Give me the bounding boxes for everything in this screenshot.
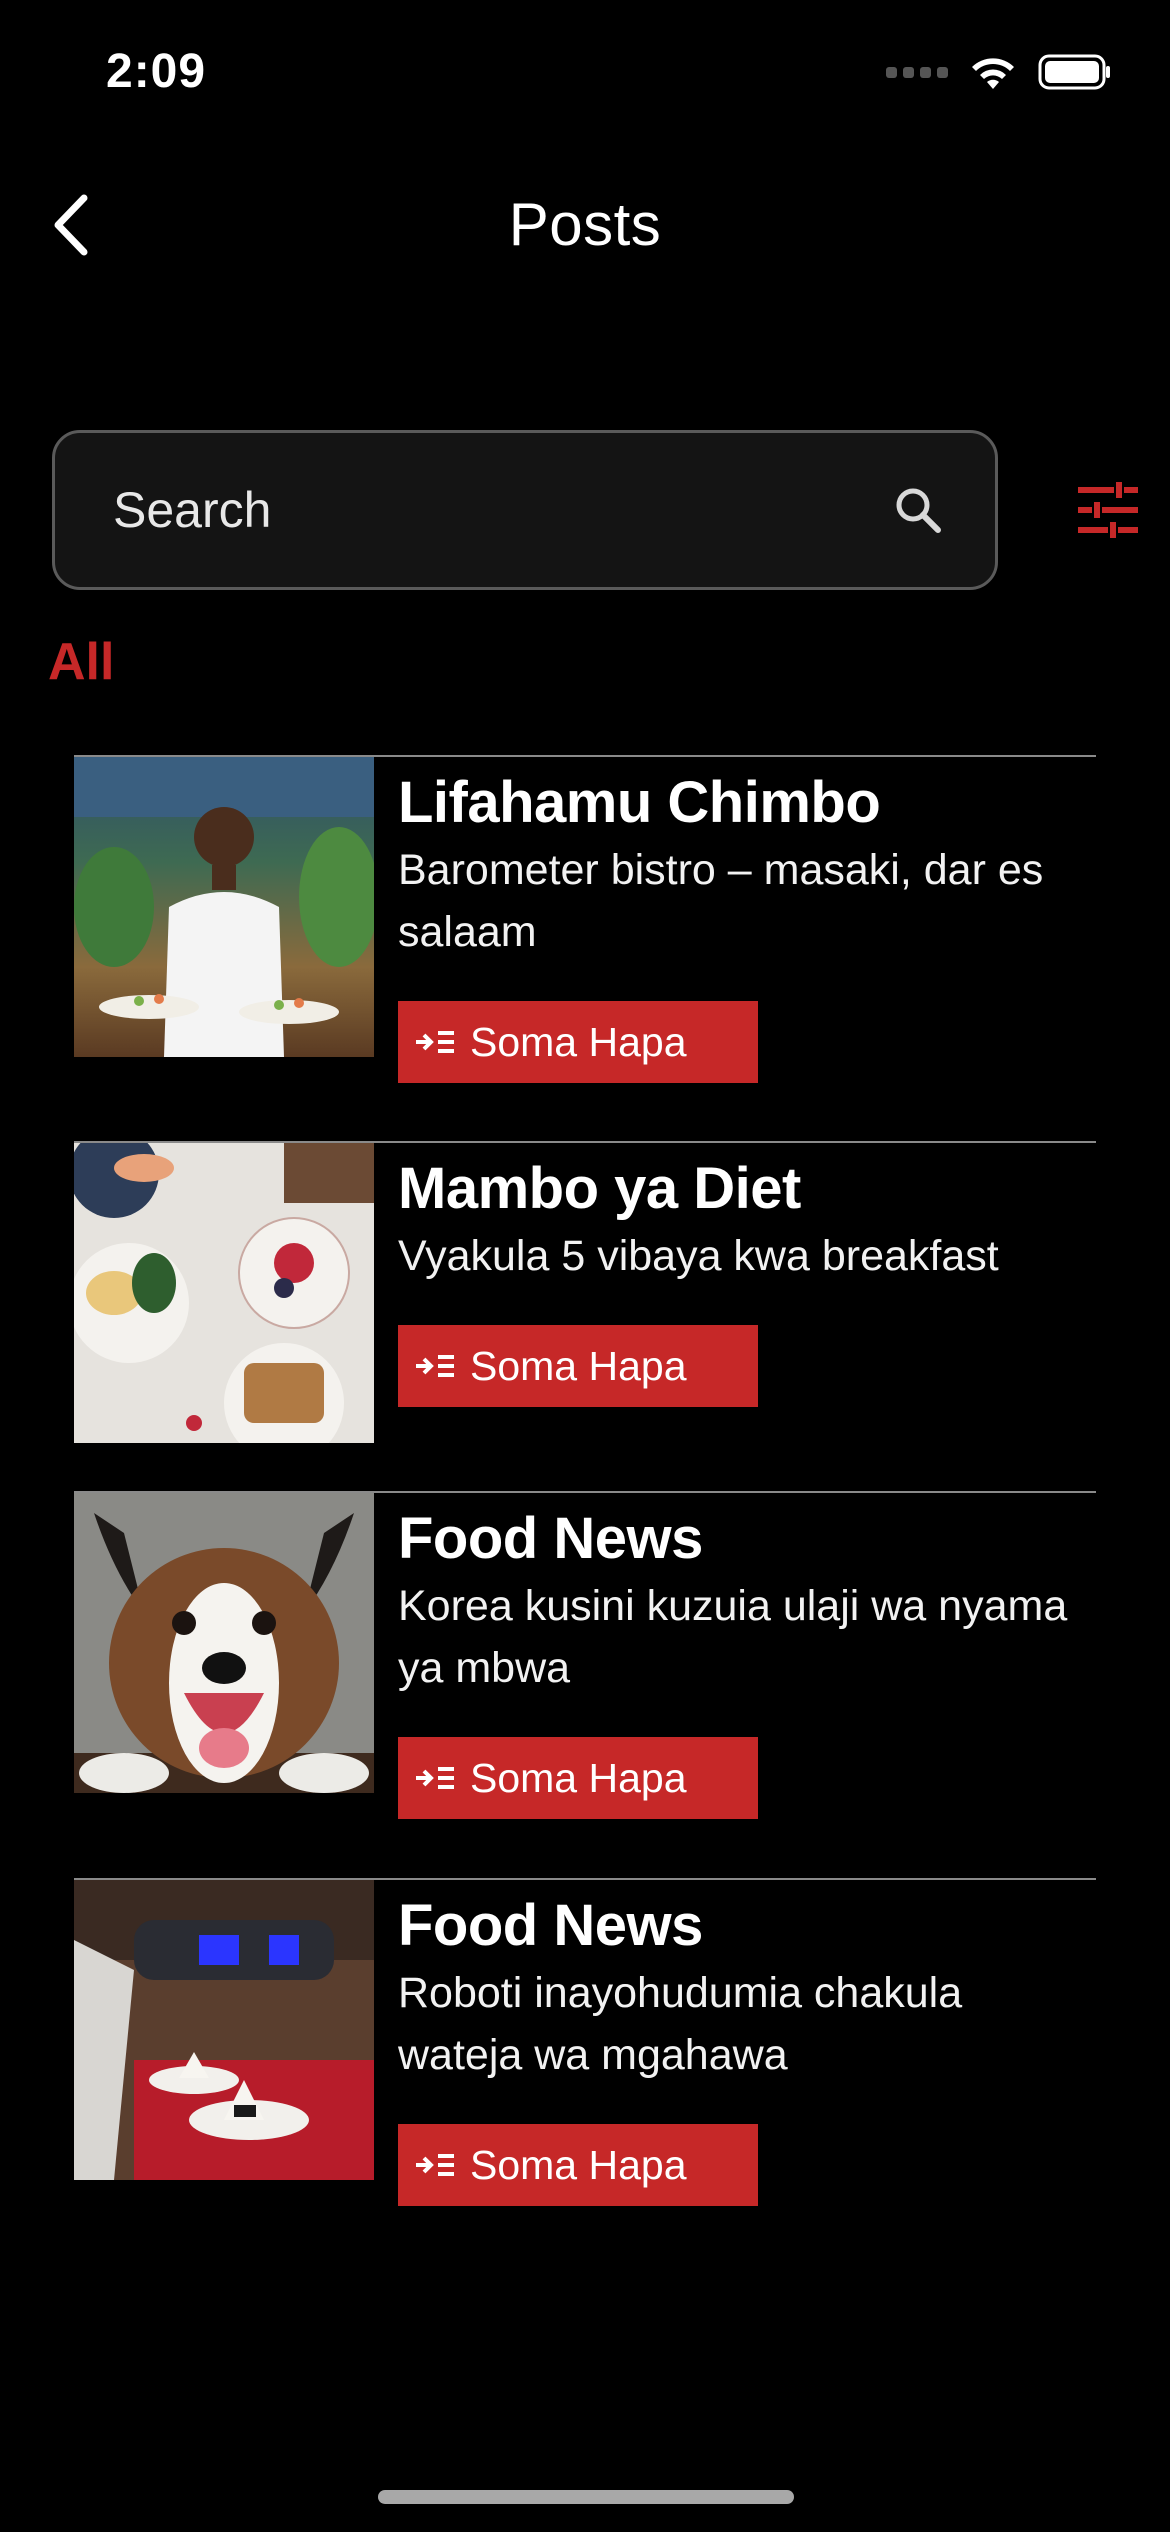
posts-list: Lifahamu Chimbo Barometer bistro – masak… — [74, 755, 1096, 2264]
read-more-label: Soma Hapa — [470, 1754, 687, 1801]
post-title: Vyakula 5 vibaya kwa breakfast — [398, 1232, 999, 1280]
post-category: Food News — [398, 1506, 703, 1571]
page-title: Posts — [508, 191, 662, 258]
read-more-button[interactable]: Soma Hapa — [398, 2124, 758, 2206]
post-title: Korea kusini kuzuia ulaji wa nyama ya mb… — [398, 1582, 1068, 1692]
search-bar[interactable] — [52, 430, 998, 590]
post-title: Roboti inayohudumia chakula wateja wa mg… — [398, 1969, 963, 2079]
wifi-icon — [972, 58, 1014, 89]
post-item[interactable]: Mambo ya Diet Vyakula 5 vibaya kwa break… — [74, 1141, 1096, 1491]
home-indicator[interactable] — [378, 2490, 794, 2504]
post-item[interactable]: Food News Roboti inayohudumia chakula wa… — [74, 1878, 1096, 2264]
post-image[interactable] — [74, 1143, 374, 1443]
breakfast-plates-photo — [74, 1143, 374, 1443]
arrow-right-list-icon — [416, 1031, 454, 1053]
read-more-button[interactable]: Soma Hapa — [398, 1325, 758, 1407]
post-content: Lifahamu Chimbo Barometer bistro – masak… — [374, 757, 1096, 1141]
post-content: Food News Korea kusini kuzuia ulaji wa n… — [374, 1493, 1096, 1878]
read-more-button[interactable]: Soma Hapa — [398, 1737, 758, 1819]
status-time: 2:09 — [106, 45, 207, 98]
battery-icon — [1038, 54, 1110, 90]
post-content: Food News Roboti inayohudumia chakula wa… — [374, 1880, 1096, 2264]
post-category: Mambo ya Diet — [398, 1156, 801, 1221]
read-more-label: Soma Hapa — [470, 2141, 687, 2188]
read-more-label: Soma Hapa — [470, 1018, 687, 1065]
search-input[interactable] — [113, 481, 893, 539]
cellular-signal-icon — [886, 66, 948, 78]
status-icons — [886, 52, 1112, 92]
arrow-right-list-icon — [416, 1355, 454, 1377]
post-image[interactable] — [74, 1493, 374, 1793]
post-item[interactable]: Food News Korea kusini kuzuia ulaji wa n… — [74, 1491, 1096, 1878]
post-category: Food News — [398, 1893, 703, 1958]
search-icon[interactable] — [893, 485, 943, 535]
tab-all[interactable]: All — [48, 632, 114, 692]
dog-photo — [74, 1513, 374, 1793]
read-more-label: Soma Hapa — [470, 1342, 687, 1389]
screen: 2:09 Posts Search All Lifahamu Chimbo Ba… — [0, 0, 1170, 2532]
chef-holding-plates-photo — [74, 757, 374, 1057]
arrow-right-list-icon — [416, 2154, 454, 2176]
post-image[interactable] — [74, 757, 374, 1057]
post-item[interactable]: Lifahamu Chimbo Barometer bistro – masak… — [74, 755, 1096, 1141]
post-category: Lifahamu Chimbo — [398, 770, 881, 835]
post-image[interactable] — [74, 1880, 374, 2180]
read-more-button[interactable]: Soma Hapa — [398, 1001, 758, 1083]
serving-robot-photo — [74, 1880, 374, 2180]
filter-sliders-icon[interactable] — [1078, 480, 1138, 540]
post-content: Mambo ya Diet Vyakula 5 vibaya kwa break… — [374, 1143, 1096, 1491]
post-title: Barometer bistro – masaki, dar es salaam — [398, 846, 1044, 956]
arrow-right-list-icon — [416, 1767, 454, 1789]
